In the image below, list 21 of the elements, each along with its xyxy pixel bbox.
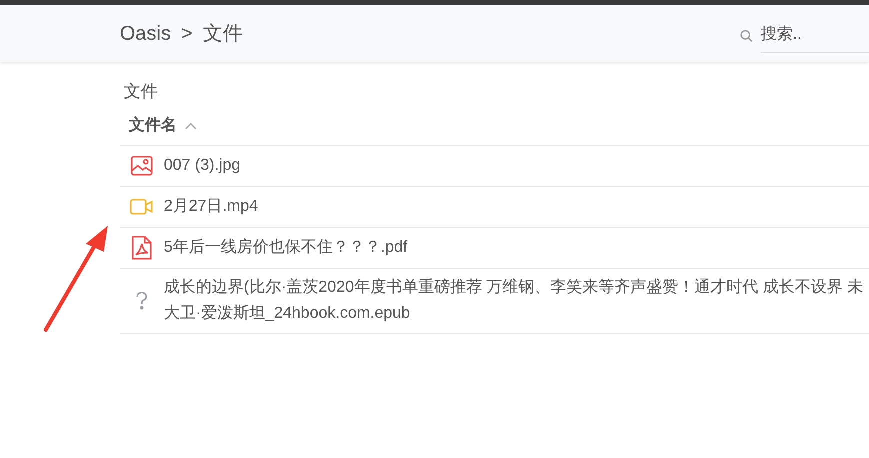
file-name: 大卫·爱泼斯坦_24hbook.com.epub: [164, 304, 412, 324]
file-row[interactable]: 007 (3).jpg: [120, 146, 869, 187]
file-row[interactable]: 5年后一线房价也保不住？？？.pdf: [120, 228, 869, 269]
sort-ascending-icon[interactable]: [185, 122, 197, 130]
image-icon: [131, 156, 153, 176]
breadcrumb-link[interactable]: Oasis: [120, 18, 172, 48]
question-mark-icon: [136, 292, 148, 310]
file-name: 5年后一线房价也保不住？？？.pdf: [164, 238, 408, 258]
file-name: 007 (3).jpg: [164, 156, 240, 176]
breadcrumb-current: 文件: [202, 22, 243, 46]
search-field[interactable]: 搜索..: [761, 18, 869, 52]
video-camera-icon: [130, 199, 154, 215]
file-row[interactable]: 成长的边界(比尔·盖茨2020年度书单重磅推荐 万维钢、李笑来等齐声盛赞！通才时代 成长不设界 未 大卫·爱泼斯坦_24hbook.com.epub: [120, 269, 869, 334]
column-header[interactable]: 文件名: [129, 114, 177, 138]
file-row[interactable]: 2月27日.mp4: [120, 187, 869, 228]
search-icon: [740, 28, 753, 42]
file-name: 成长的边界(比尔·盖茨2020年度书单重磅推荐 万维钢、李笑来等齐声盛赞！通才时代 成长不设界 未: [164, 278, 864, 298]
section-title: 文件: [123, 81, 159, 103]
breadcrumb-separator: >: [181, 22, 193, 46]
file-name: 2月27日.mp4: [164, 197, 258, 217]
pdf-file-icon: [132, 236, 152, 260]
